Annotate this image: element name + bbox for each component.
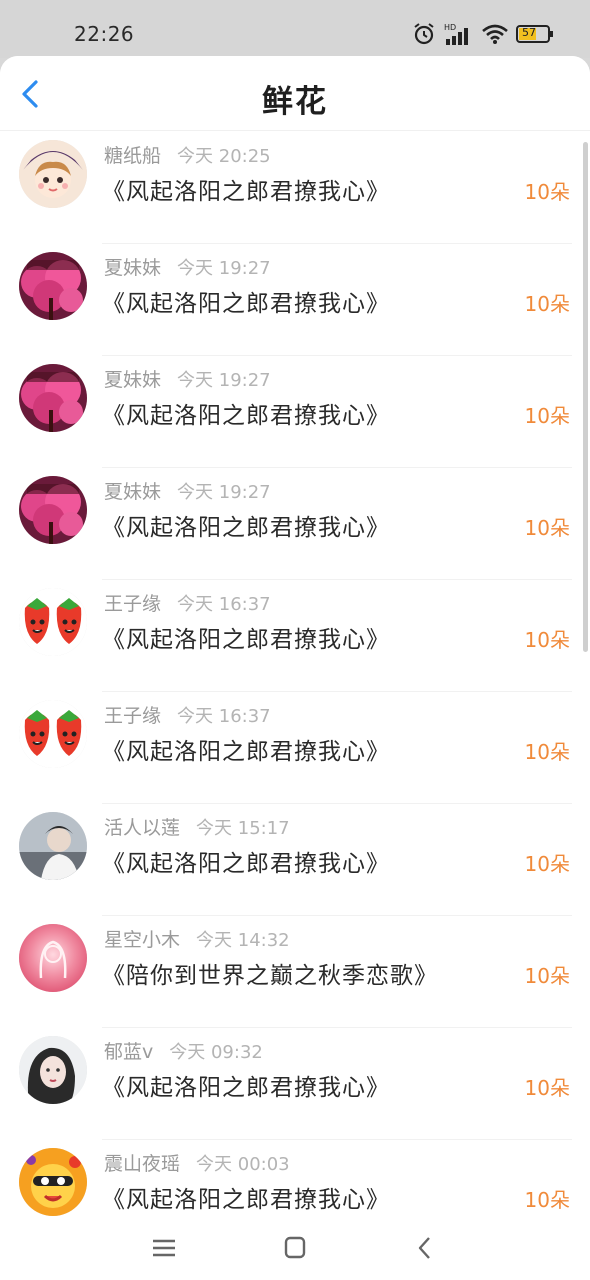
- row-meta: 活人以莲 今天 15:17: [104, 813, 290, 840]
- hd-signal-icon: HD: [444, 22, 474, 46]
- row-meta: 星空小木 今天 14:32: [104, 925, 290, 952]
- list-item[interactable]: 夏妹妹 今天 19:27 《风起洛阳之郎君撩我心》 10朵: [0, 468, 590, 580]
- timestamp: 今天 20:25: [177, 146, 271, 167]
- book-title[interactable]: 《陪你到世界之巅之秋季恋歌》: [102, 956, 438, 990]
- book-title[interactable]: 《风起洛阳之郎君撩我心》: [102, 508, 390, 542]
- timestamp: 今天 19:27: [177, 370, 271, 391]
- menu-button[interactable]: [147, 1232, 181, 1264]
- timestamp: 今天 19:27: [177, 482, 271, 503]
- book-title[interactable]: 《风起洛阳之郎君撩我心》: [102, 172, 390, 206]
- username[interactable]: 郁蓝v: [104, 1041, 153, 1063]
- status-icons: HD 57: [412, 20, 554, 48]
- avatar[interactable]: [19, 1148, 87, 1216]
- book-title[interactable]: 《风起洛阳之郎君撩我心》: [102, 620, 390, 654]
- battery-level: 57: [522, 26, 536, 39]
- book-title[interactable]: 《风起洛阳之郎君撩我心》: [102, 844, 390, 878]
- timestamp: 今天 14:32: [196, 930, 290, 951]
- flower-count: 10朵: [524, 180, 570, 204]
- list-item[interactable]: 夏妹妹 今天 19:27 《风起洛阳之郎君撩我心》 10朵: [0, 356, 590, 468]
- alarm-icon: [412, 22, 436, 46]
- home-button[interactable]: [278, 1232, 312, 1264]
- list-item[interactable]: 活人以莲 今天 15:17 《风起洛阳之郎君撩我心》 10朵: [0, 804, 590, 916]
- flower-count: 10朵: [524, 852, 570, 876]
- username[interactable]: 夏妹妹: [104, 257, 161, 279]
- timestamp: 今天 09:32: [169, 1042, 263, 1063]
- list-item[interactable]: 星空小木 今天 14:32 《陪你到世界之巅之秋季恋歌》 10朵: [0, 916, 590, 1028]
- avatar[interactable]: [19, 252, 87, 320]
- flower-count: 10朵: [524, 740, 570, 764]
- menu-icon: [153, 1239, 175, 1257]
- status-time: 22:26: [74, 22, 135, 46]
- avatar[interactable]: [19, 140, 87, 208]
- row-meta: 夏妹妹 今天 19:27: [104, 253, 271, 280]
- battery-icon: 57: [516, 24, 554, 44]
- timestamp: 今天 16:37: [177, 594, 271, 615]
- list-item[interactable]: 夏妹妹 今天 19:27 《风起洛阳之郎君撩我心》 10朵: [0, 244, 590, 356]
- avatar[interactable]: [19, 1036, 87, 1104]
- flower-count: 10朵: [524, 516, 570, 540]
- avatar[interactable]: [19, 700, 87, 768]
- username[interactable]: 夏妹妹: [104, 481, 161, 503]
- avatar[interactable]: [19, 476, 87, 544]
- back-nav-button[interactable]: [409, 1232, 443, 1264]
- wifi-icon: [482, 23, 508, 45]
- svg-text:HD: HD: [444, 23, 456, 32]
- book-title[interactable]: 《风起洛阳之郎君撩我心》: [102, 1180, 390, 1214]
- row-meta: 糖纸船 今天 20:25: [104, 141, 271, 168]
- status-bar: 22:26 HD 57: [0, 0, 590, 58]
- app-panel: 鲜花 糖纸船 今天 20:25 《风起洛阳之郎君撩我心》 10朵 夏妹妹 今天 19:27…: [0, 56, 590, 1216]
- flower-count: 10朵: [524, 1076, 570, 1100]
- avatar[interactable]: [19, 812, 87, 880]
- avatar[interactable]: [19, 364, 87, 432]
- avatar[interactable]: [19, 924, 87, 992]
- row-meta: 夏妹妹 今天 19:27: [104, 365, 271, 392]
- avatar[interactable]: [19, 588, 87, 656]
- gift-list[interactable]: 糖纸船 今天 20:25 《风起洛阳之郎君撩我心》 10朵 夏妹妹 今天 19:27 《风起…: [0, 132, 590, 1216]
- flower-count: 10朵: [524, 404, 570, 428]
- back-triangle-icon: [418, 1237, 430, 1259]
- home-square-icon: [284, 1236, 306, 1259]
- row-meta: 王子缘 今天 16:37: [104, 589, 271, 616]
- book-title[interactable]: 《风起洛阳之郎君撩我心》: [102, 1068, 390, 1102]
- username[interactable]: 王子缘: [104, 705, 161, 727]
- flower-count: 10朵: [524, 1188, 570, 1212]
- list-item[interactable]: 糖纸船 今天 20:25 《风起洛阳之郎君撩我心》 10朵: [0, 132, 590, 244]
- list-item[interactable]: 王子缘 今天 16:37 《风起洛阳之郎君撩我心》 10朵: [0, 692, 590, 804]
- timestamp: 今天 00:03: [196, 1154, 290, 1175]
- username[interactable]: 星空小木: [104, 929, 180, 951]
- username[interactable]: 活人以莲: [104, 817, 180, 839]
- book-title[interactable]: 《风起洛阳之郎君撩我心》: [102, 396, 390, 430]
- header: 鲜花: [0, 56, 590, 131]
- book-title[interactable]: 《风起洛阳之郎君撩我心》: [102, 732, 390, 766]
- username[interactable]: 王子缘: [104, 593, 161, 615]
- list-item[interactable]: 郁蓝v 今天 09:32 《风起洛阳之郎君撩我心》 10朵: [0, 1028, 590, 1140]
- flower-count: 10朵: [524, 628, 570, 652]
- flower-count: 10朵: [524, 292, 570, 316]
- list-item[interactable]: 震山夜瑶 今天 00:03 《风起洛阳之郎君撩我心》 10朵: [0, 1140, 590, 1216]
- flower-count: 10朵: [524, 964, 570, 988]
- row-meta: 震山夜瑶 今天 00:03: [104, 1149, 290, 1176]
- row-meta: 夏妹妹 今天 19:27: [104, 477, 271, 504]
- book-title[interactable]: 《风起洛阳之郎君撩我心》: [102, 284, 390, 318]
- timestamp: 今天 19:27: [177, 258, 271, 279]
- nav-bar: [0, 1216, 590, 1280]
- username[interactable]: 夏妹妹: [104, 369, 161, 391]
- list-item[interactable]: 王子缘 今天 16:37 《风起洛阳之郎君撩我心》 10朵: [0, 580, 590, 692]
- page-title: 鲜花: [262, 84, 328, 120]
- username[interactable]: 糖纸船: [104, 145, 161, 167]
- row-meta: 郁蓝v 今天 09:32: [104, 1037, 263, 1064]
- timestamp: 今天 15:17: [196, 818, 290, 839]
- username[interactable]: 震山夜瑶: [104, 1153, 180, 1175]
- row-meta: 王子缘 今天 16:37: [104, 701, 271, 728]
- timestamp: 今天 16:37: [177, 706, 271, 727]
